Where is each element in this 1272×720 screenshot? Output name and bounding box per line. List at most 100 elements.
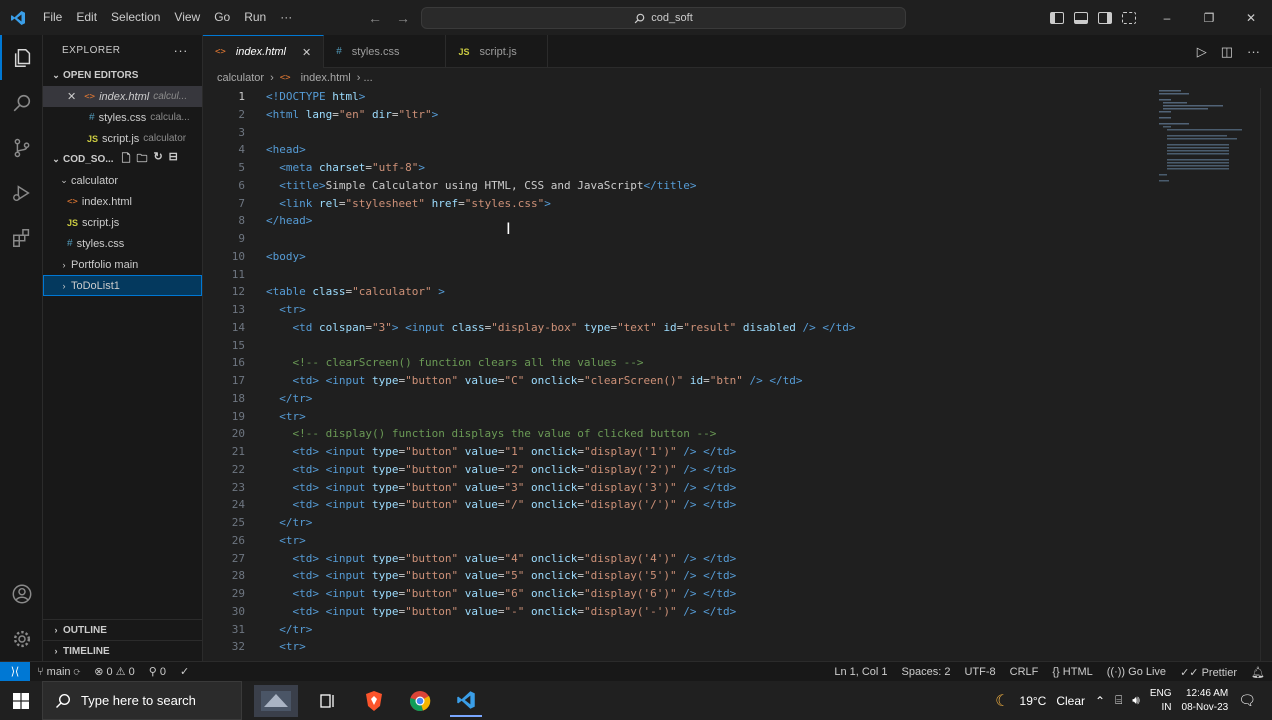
network-icon[interactable]: ⌸ [1115,693,1122,708]
tree-folder-portfolio-main[interactable]: › Portfolio main [43,254,202,275]
prettier-indicator[interactable]: ✓✓ Prettier [1173,666,1244,679]
tab-styles-css[interactable]: # styles.css [324,35,447,68]
tree-file-styles-css[interactable]: # styles.css [43,233,202,254]
cursor-position[interactable]: Ln 1, Col 1 [827,666,894,678]
code-line[interactable]: <!-- clearScreen() function clears all t… [266,354,1206,372]
open-editors-header[interactable]: ⌄ OPEN EDITORS [43,65,202,86]
forward-arrow-icon[interactable]: → [396,10,410,26]
task-view-icon[interactable] [312,685,344,717]
extensions-icon[interactable] [0,215,43,260]
problems-indicator[interactable]: ⊗ 0 ⚠ 0 [87,665,142,678]
cortana-thumbnail-icon[interactable] [254,684,298,717]
code-line[interactable]: <tr> [266,301,1206,319]
tree-file-index-html[interactable]: <> index.html [43,191,202,212]
code-editor[interactable]: 1 2 3 4 5 6 7 8 9 10 11 12 13 14 15 16 17 18 19 20 21 22 23 24 2… [203,88,1272,661]
volume-icon[interactable]: 🔊︎ [1132,693,1140,708]
close-icon[interactable]: ✕ [302,46,311,59]
breadcrumb-folder[interactable]: calculator [217,72,264,84]
code-line[interactable]: <tr> [266,532,1206,550]
editor-scrollbar[interactable] [1260,88,1272,661]
code-line[interactable]: <tr> [266,638,1206,656]
tree-folder-calculator[interactable]: ⌄ calculator [43,170,202,191]
refresh-icon[interactable]: ↻ [153,150,162,169]
tab-index-html[interactable]: <> index.html ✕ [203,35,325,68]
toggle-panel-icon[interactable] [1074,11,1088,24]
code-line[interactable]: <td colspan="3"> <input class="display-b… [266,319,1206,337]
code-line[interactable]: <td> <input type="button" value="1" oncl… [266,443,1206,461]
close-icon[interactable]: ✕ [67,90,76,103]
run-debug-icon[interactable] [0,170,43,215]
code-line[interactable]: <td> <input type="button" value="5" oncl… [266,567,1206,585]
language-mode[interactable]: {} HTML [1045,666,1099,678]
workspace-header[interactable]: ⌄ COD_SO... 🗋 🗀 ↻ ⊟ [43,149,202,170]
menu-edit[interactable]: Edit [69,0,104,35]
code-line[interactable]: </head> [266,212,1206,230]
code-line[interactable] [266,124,1206,142]
explorer-more-button[interactable]: ··· [174,43,189,58]
tab-script-js[interactable]: JS script.js [446,35,548,68]
code-content[interactable]: <!DOCTYPE html> <html lang="en" dir="ltr"… [266,88,1206,656]
code-line[interactable]: <td> <input type = "button" value = "C" oncl… [266,372,1206,390]
menu-selection[interactable]: Selection [104,0,167,35]
source-control-icon[interactable] [0,125,43,170]
code-line[interactable]: </tr> [266,621,1206,639]
split-editor-icon[interactable]: ◫ [1221,44,1233,60]
back-arrow-icon[interactable]: ← [368,10,382,26]
windows-start-icon[interactable] [0,681,42,720]
menu-view[interactable]: View [167,0,207,35]
more-actions-icon[interactable]: ··· [1247,44,1260,59]
code-line[interactable]: <td> <input type="button" value="-" oncl… [266,603,1206,621]
code-line[interactable]: </tr> [266,514,1206,532]
notification-center-icon[interactable]: 🗨︎ [1238,692,1256,709]
collapse-all-icon[interactable]: ⊟ [169,150,178,169]
code-line[interactable]: <!DOCTYPE html> [266,88,1206,106]
code-line[interactable]: <body> [266,248,1206,266]
new-folder-icon[interactable]: 🗀 [136,150,147,169]
language-indicator[interactable]: ENG IN [1150,687,1172,715]
code-line[interactable]: <meta charset="utf-8"> [266,159,1206,177]
settings-gear-icon[interactable] [0,616,43,661]
toggle-primary-sidebar-icon[interactable] [1050,11,1064,24]
bell-icon[interactable]: ✓ [173,665,196,678]
close-button[interactable]: ✕ [1230,0,1272,35]
timeline-section[interactable]: › TIMELINE [43,640,203,661]
restore-button[interactable]: ❐ [1188,0,1230,35]
weather-description[interactable]: Clear [1056,694,1085,708]
explorer-icon[interactable] [0,35,43,80]
code-line[interactable]: <td> <input type="button" value="3" oncl… [266,479,1206,497]
encoding[interactable]: UTF-8 [957,666,1002,678]
weather-moon-icon[interactable]: ☾ [995,691,1009,711]
menu-go[interactable]: Go [207,0,237,35]
code-line[interactable]: <td> <input type="button" value="6" oncl… [266,585,1206,603]
code-line[interactable] [266,337,1206,355]
code-line[interactable]: <td> <input type="button" value="2" oncl… [266,461,1206,479]
line-endings[interactable]: CRLF [1003,666,1046,678]
code-line[interactable]: <title>Simple Calculator using HTML, CSS… [266,177,1206,195]
breadcrumb-tail[interactable]: › ... [357,72,373,84]
code-line[interactable]: <!-- display() function displays the val… [266,425,1206,443]
taskbar-search-input[interactable]: Type here to search [42,681,242,720]
menu-run[interactable]: Run [237,0,273,35]
open-editor-item-index-html[interactable]: ✕ <> index.html calcul... [43,86,202,107]
menu-file[interactable]: File [36,0,69,35]
code-line[interactable]: <table class="calculator" > [266,283,1206,301]
toggle-secondary-sidebar-icon[interactable] [1098,11,1112,24]
code-line[interactable]: <html lang="en" dir="ltr"> [266,106,1206,124]
minimap[interactable] [1155,88,1255,188]
remote-indicator-icon[interactable]: ⟩⟨ [0,661,30,682]
code-line[interactable]: <head> [266,141,1206,159]
code-line[interactable]: <link rel="stylesheet" href="styles.css"… [266,195,1206,213]
weather-temperature[interactable]: 19°C [1020,694,1047,708]
open-editor-item-styles-css[interactable]: # styles.css calcula... [43,107,202,128]
code-line[interactable]: <tr> [266,408,1206,426]
ports-indicator[interactable]: ⚲ 0 [142,665,173,678]
code-line[interactable]: <td> <input type="button" value="4" oncl… [266,550,1206,568]
minimize-button[interactable]: – [1146,0,1188,35]
search-icon[interactable] [0,80,43,125]
notifications-bell-icon[interactable]: 🔔︎ [1244,666,1272,679]
indentation[interactable]: Spaces: 2 [895,666,958,678]
go-live-button[interactable]: ((·)) Go Live [1100,666,1173,678]
branch-indicator[interactable]: ⑂ main ⟳ [30,666,87,678]
new-file-icon[interactable]: 🗋 [122,150,131,169]
customize-layout-icon[interactable] [1122,11,1136,24]
